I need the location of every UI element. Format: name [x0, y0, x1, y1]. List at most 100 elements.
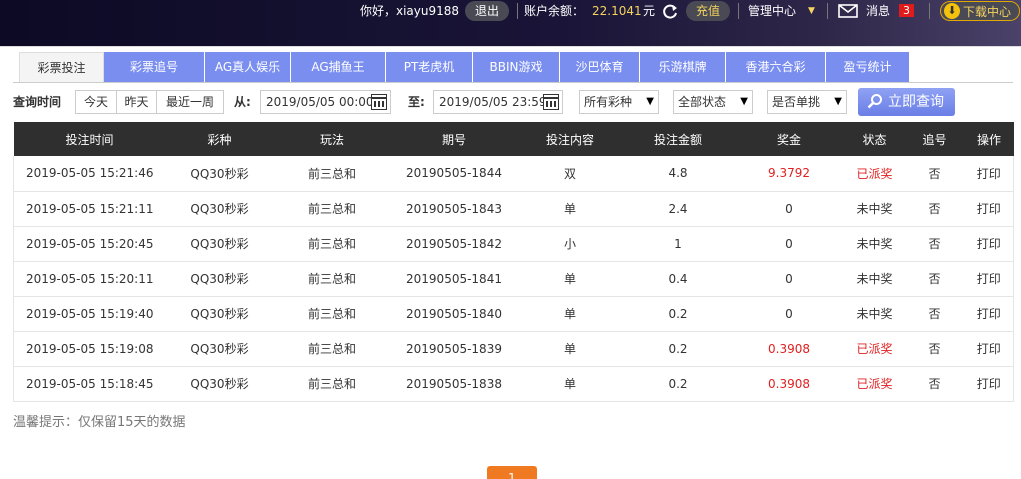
cell-bet-content: 单 [563, 377, 576, 391]
today-button[interactable]: 今天 [75, 90, 117, 114]
header-status: 状态 [862, 132, 887, 147]
divider [827, 3, 828, 19]
cell-bet-time: 2019-05-05 15:21:46 [13, 156, 166, 191]
tab-ag-fishing[interactable]: AG捕鱼王 [291, 52, 386, 82]
cell-bet-amount: 0.4 [668, 271, 688, 286]
tab-divider [13, 82, 1013, 83]
messages-link[interactable]: 消息 [866, 0, 890, 22]
cell-prize: 0.3908 [768, 376, 810, 391]
cell-chase: 否 [928, 377, 941, 391]
logout-button[interactable]: 退出 [465, 1, 509, 21]
to-date-field[interactable]: 2019/05/05 23:59 [433, 90, 563, 114]
header-action: 操作 [976, 132, 1001, 147]
cell-bet-content: 双 [563, 166, 576, 181]
search-icon [867, 94, 882, 109]
print-link[interactable]: 打印 [964, 331, 1014, 366]
print-link[interactable]: 打印 [964, 226, 1014, 261]
refresh-icon[interactable] [661, 0, 679, 22]
print-link[interactable]: 打印 [964, 366, 1014, 401]
cell-play-type: 前三总和 [307, 377, 356, 391]
calendar-icon[interactable] [543, 94, 559, 110]
download-center-label: 下载中心 [962, 5, 1011, 19]
cell-bet-amount: 0.2 [668, 341, 688, 356]
cell-chase: 否 [928, 342, 941, 356]
cell-bet-amount: 1 [674, 236, 682, 251]
cell-issue: 20190505-1838 [406, 376, 502, 391]
chevron-down-icon: ▼ [740, 96, 748, 107]
tab-pt-slots[interactable]: PT老虎机 [386, 52, 473, 82]
cell-chase: 否 [928, 307, 941, 321]
last-week-button[interactable]: 最近一周 [156, 90, 224, 114]
cell-status: 未中奖 [856, 307, 893, 321]
search-button[interactable]: 立即查询 [858, 88, 955, 116]
manage-center-menu[interactable]: 管理中心 [748, 0, 796, 22]
cell-status: 已派奖 [856, 377, 893, 391]
print-link[interactable]: 打印 [964, 296, 1014, 331]
print-link[interactable]: 打印 [964, 261, 1014, 296]
cell-play-type: 前三总和 [307, 272, 356, 286]
messages-count-badge: 3 [899, 4, 914, 17]
cell-bet-time: 2019-05-05 15:19:40 [13, 296, 166, 331]
cell-play-type: 前三总和 [307, 202, 356, 216]
tab-lottery-chase[interactable]: 彩票追号 [104, 52, 205, 82]
lottery-type-select[interactable]: 所有彩种 ▼ [579, 90, 659, 114]
cell-play-type: 前三总和 [307, 307, 356, 321]
divider [929, 3, 930, 19]
cell-bet-content: 单 [563, 272, 576, 286]
cell-bet-amount: 0.2 [668, 376, 688, 391]
cell-lottery: QQ30秒彩 [190, 272, 249, 286]
header-bet-amount: 投注金额 [653, 132, 702, 147]
cell-status: 已派奖 [856, 166, 893, 181]
cell-bet-time: 2019-05-05 15:20:11 [13, 261, 166, 296]
yesterday-button[interactable]: 昨天 [116, 90, 157, 114]
table-row: 2019-05-05 15:21:11 QQ30秒彩 前三总和 20190505… [13, 191, 1014, 226]
tab-hk-mark-six[interactable]: 香港六合彩 [726, 52, 826, 82]
page-button[interactable]: 1 [487, 466, 537, 479]
query-time-label: 查询时间 [13, 95, 62, 109]
cell-lottery: QQ30秒彩 [190, 237, 249, 251]
cell-play-type: 前三总和 [307, 342, 356, 356]
from-label: 从: [234, 95, 251, 109]
to-date-value: 2019/05/05 23:59 [439, 95, 547, 109]
print-link[interactable]: 打印 [964, 191, 1014, 226]
table-row: 2019-05-05 15:18:45 QQ30秒彩 前三总和 20190505… [13, 366, 1014, 401]
cell-bet-amount: 2.4 [668, 201, 688, 216]
cell-chase: 否 [928, 166, 941, 181]
cell-lottery: QQ30秒彩 [190, 377, 249, 391]
status-value: 全部状态 [678, 95, 727, 109]
cell-lottery: QQ30秒彩 [190, 202, 249, 216]
tab-leyou-cards[interactable]: 乐游棋牌 [640, 52, 726, 82]
mail-icon[interactable] [838, 0, 858, 22]
single-pick-select[interactable]: 是否单挑 ▼ [767, 90, 847, 114]
tab-ag-live[interactable]: AG真人娱乐 [205, 52, 291, 82]
header-bet-content: 投注内容 [545, 132, 594, 147]
cell-prize: 0 [785, 236, 793, 251]
tab-profit-loss[interactable]: 盈亏统计 [826, 52, 910, 82]
header-prize: 奖金 [776, 132, 801, 147]
from-date-field[interactable]: 2019/05/05 00:00 [260, 90, 391, 114]
cell-prize: 0 [785, 201, 793, 216]
divider [517, 3, 518, 19]
cell-prize: 0 [785, 271, 793, 286]
cell-prize: 9.3792 [768, 166, 810, 181]
table-row: 2019-05-05 15:20:11 QQ30秒彩 前三总和 20190505… [13, 261, 1014, 296]
lottery-type-value: 所有彩种 [584, 95, 633, 109]
cell-bet-time: 2019-05-05 15:21:11 [13, 191, 166, 226]
cell-status: 未中奖 [856, 237, 893, 251]
cell-bet-content: 单 [563, 307, 576, 321]
tab-bbin-games[interactable]: BBIN游戏 [473, 52, 560, 82]
table-header-row: 投注时间 彩种 玩法 期号 投注内容 投注金额 奖金 状态 追号 操作 [13, 122, 1014, 156]
recharge-button[interactable]: 充值 [686, 1, 730, 21]
cell-bet-time: 2019-05-05 15:19:08 [13, 331, 166, 366]
cell-chase: 否 [928, 272, 941, 286]
cell-prize: 0 [785, 306, 793, 321]
cell-issue: 20190505-1842 [406, 236, 502, 251]
cell-bet-content: 小 [563, 237, 576, 251]
print-link[interactable]: 打印 [964, 156, 1014, 191]
download-center-button[interactable]: ⬇ 下载中心 [940, 1, 1020, 21]
tab-saba-sports[interactable]: 沙巴体育 [560, 52, 640, 82]
calendar-icon[interactable] [371, 94, 387, 110]
tab-lottery-bets[interactable]: 彩票投注 [19, 52, 104, 82]
status-select[interactable]: 全部状态 ▼ [673, 90, 753, 114]
chevron-down-icon[interactable]: ▼ [808, 0, 815, 22]
